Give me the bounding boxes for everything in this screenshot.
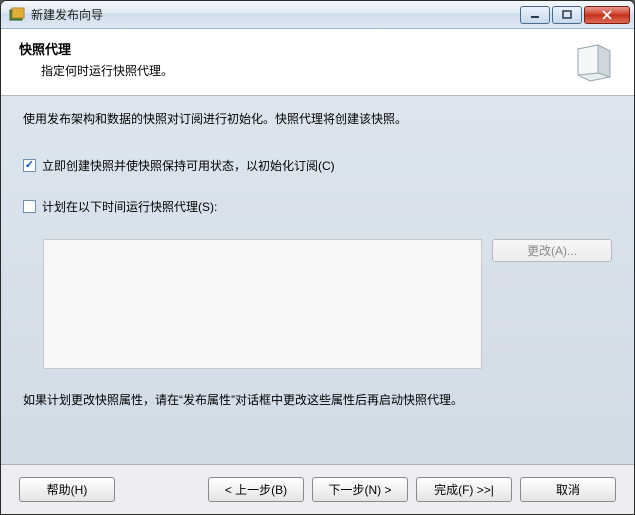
window-title: 新建发布向导 [31, 6, 520, 23]
wizard-header: 快照代理 指定何时运行快照代理。 [1, 29, 634, 96]
window-controls [520, 6, 630, 24]
close-button[interactable] [584, 6, 630, 24]
help-button[interactable]: 帮助(H) [19, 477, 115, 502]
header-graphic-icon [572, 39, 616, 83]
maximize-button[interactable] [552, 6, 582, 24]
create-now-row: 立即创建快照并使快照保持可用状态，以初始化订阅(C) [23, 157, 612, 174]
app-icon [9, 7, 25, 23]
next-button[interactable]: 下一步(N) > [312, 477, 408, 502]
schedule-textarea [43, 239, 482, 369]
header-text: 快照代理 指定何时运行快照代理。 [19, 39, 560, 79]
finish-button[interactable]: 完成(F) >>| [416, 477, 512, 502]
schedule-label: 计划在以下时间运行快照代理(S): [42, 198, 217, 215]
schedule-checkbox[interactable] [23, 200, 36, 213]
wizard-content: 使用发布架构和数据的快照对订阅进行初始化。快照代理将创建该快照。 立即创建快照并… [1, 96, 634, 466]
cancel-button[interactable]: 取消 [520, 477, 616, 502]
titlebar: 新建发布向导 [1, 1, 634, 29]
create-now-checkbox[interactable] [23, 159, 36, 172]
description-text: 使用发布架构和数据的快照对订阅进行初始化。快照代理将创建该快照。 [23, 110, 612, 127]
schedule-row: 计划在以下时间运行快照代理(S): [23, 198, 612, 215]
wizard-footer: 帮助(H) < 上一步(B) 下一步(N) > 完成(F) >>| 取消 [1, 464, 634, 514]
wizard-window: 新建发布向导 快照代理 指定何时运行快照代理。 使用发布架构 [0, 0, 635, 515]
change-schedule-button: 更改(A)... [492, 239, 612, 262]
create-now-label: 立即创建快照并使快照保持可用状态，以初始化订阅(C) [42, 157, 335, 174]
note-text: 如果计划更改快照属性，请在“发布属性”对话框中更改这些属性后再启动快照代理。 [23, 391, 612, 408]
minimize-button[interactable] [520, 6, 550, 24]
page-subtitle: 指定何时运行快照代理。 [19, 62, 560, 79]
schedule-block: 更改(A)... [23, 239, 612, 369]
page-title: 快照代理 [19, 39, 560, 58]
back-button[interactable]: < 上一步(B) [208, 477, 304, 502]
